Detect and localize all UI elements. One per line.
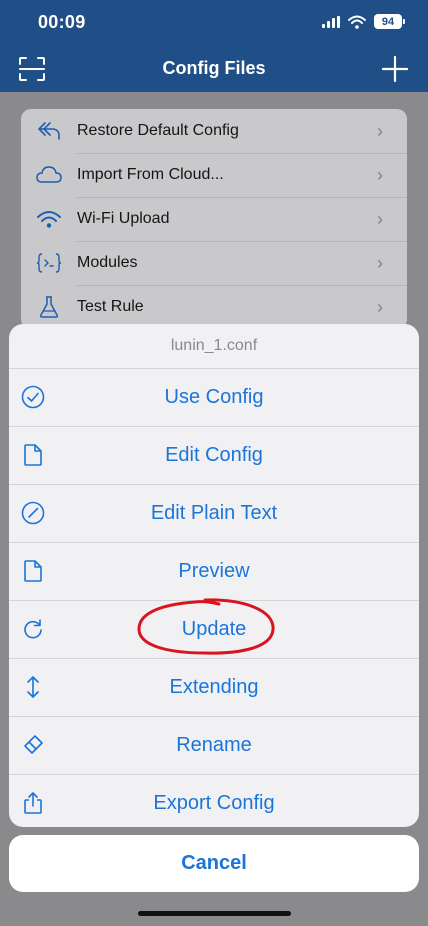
page-title: Config Files bbox=[162, 58, 266, 78]
chevron-right-icon: › bbox=[377, 252, 383, 273]
action-label: Rename bbox=[176, 734, 252, 756]
action-sheet-title: lunin_1.conf bbox=[9, 324, 419, 369]
navigation-bar: 00:09 94 Config Files bbox=[0, 0, 428, 92]
list-item-label: Import From Cloud... bbox=[77, 166, 224, 183]
chevron-right-icon: › bbox=[377, 164, 383, 185]
share-icon bbox=[24, 792, 42, 814]
undo-arrow-icon bbox=[21, 120, 77, 142]
edit-plain-text-button[interactable]: Edit Plain Text bbox=[9, 485, 419, 543]
list-item-modules[interactable]: Modules › bbox=[21, 241, 407, 285]
use-config-button[interactable]: Use Config bbox=[9, 369, 419, 427]
export-config-button[interactable]: Export Config bbox=[9, 775, 419, 827]
list-item-label: Wi-Fi Upload bbox=[77, 210, 170, 227]
status-icons: 94 bbox=[322, 14, 405, 29]
wifi-icon bbox=[21, 210, 77, 228]
extending-button[interactable]: Extending bbox=[9, 659, 419, 717]
chevron-right-icon: › bbox=[377, 208, 383, 229]
action-label: Export Config bbox=[153, 792, 275, 814]
list-item-restore-default[interactable]: Restore Default Config › bbox=[21, 109, 407, 153]
checkmark-circle-icon bbox=[21, 385, 45, 409]
code-braces-icon bbox=[21, 252, 77, 274]
battery-indicator: 94 bbox=[374, 14, 405, 29]
screen: 00:09 94 Config Files Restore Default Co… bbox=[0, 0, 428, 926]
chevron-right-icon: › bbox=[377, 120, 383, 141]
cloud-icon bbox=[21, 166, 77, 184]
action-label: Preview bbox=[178, 560, 250, 582]
config-options-list: Restore Default Config › Import From Clo… bbox=[21, 109, 407, 329]
rename-button[interactable]: Rename bbox=[9, 717, 419, 775]
cellular-signal-icon bbox=[322, 15, 340, 28]
wifi-status-icon bbox=[348, 15, 366, 29]
list-item-label: Test Rule bbox=[77, 298, 144, 315]
list-item-test-rule[interactable]: Test Rule › bbox=[21, 285, 407, 329]
up-down-arrows-icon bbox=[27, 676, 39, 698]
action-label: Update bbox=[181, 618, 247, 640]
action-label: Edit Config bbox=[165, 444, 263, 466]
action-sheet: lunin_1.conf Use Config Edit Config Edit… bbox=[9, 324, 419, 827]
update-button[interactable]: Update bbox=[9, 601, 419, 659]
preview-button[interactable]: Preview bbox=[9, 543, 419, 601]
list-item-wifi-upload[interactable]: Wi-Fi Upload › bbox=[21, 197, 407, 241]
chevron-right-icon: › bbox=[377, 296, 383, 317]
list-item-import-cloud[interactable]: Import From Cloud... › bbox=[21, 153, 407, 197]
list-item-label: Modules bbox=[77, 254, 138, 271]
cancel-button[interactable]: Cancel bbox=[9, 835, 419, 892]
document-icon bbox=[24, 560, 42, 582]
action-label: Use Config bbox=[164, 386, 264, 408]
refresh-icon bbox=[24, 619, 42, 639]
eraser-icon bbox=[24, 735, 43, 754]
plus-icon[interactable] bbox=[382, 56, 408, 82]
action-label: Extending bbox=[169, 676, 259, 698]
list-item-label: Restore Default Config bbox=[77, 122, 239, 139]
document-icon bbox=[24, 444, 42, 466]
status-time: 00:09 bbox=[38, 12, 86, 32]
flask-icon bbox=[21, 295, 77, 319]
pencil-circle-icon bbox=[21, 501, 45, 525]
action-label: Edit Plain Text bbox=[150, 502, 278, 524]
home-indicator bbox=[138, 911, 291, 916]
edit-config-button[interactable]: Edit Config bbox=[9, 427, 419, 485]
